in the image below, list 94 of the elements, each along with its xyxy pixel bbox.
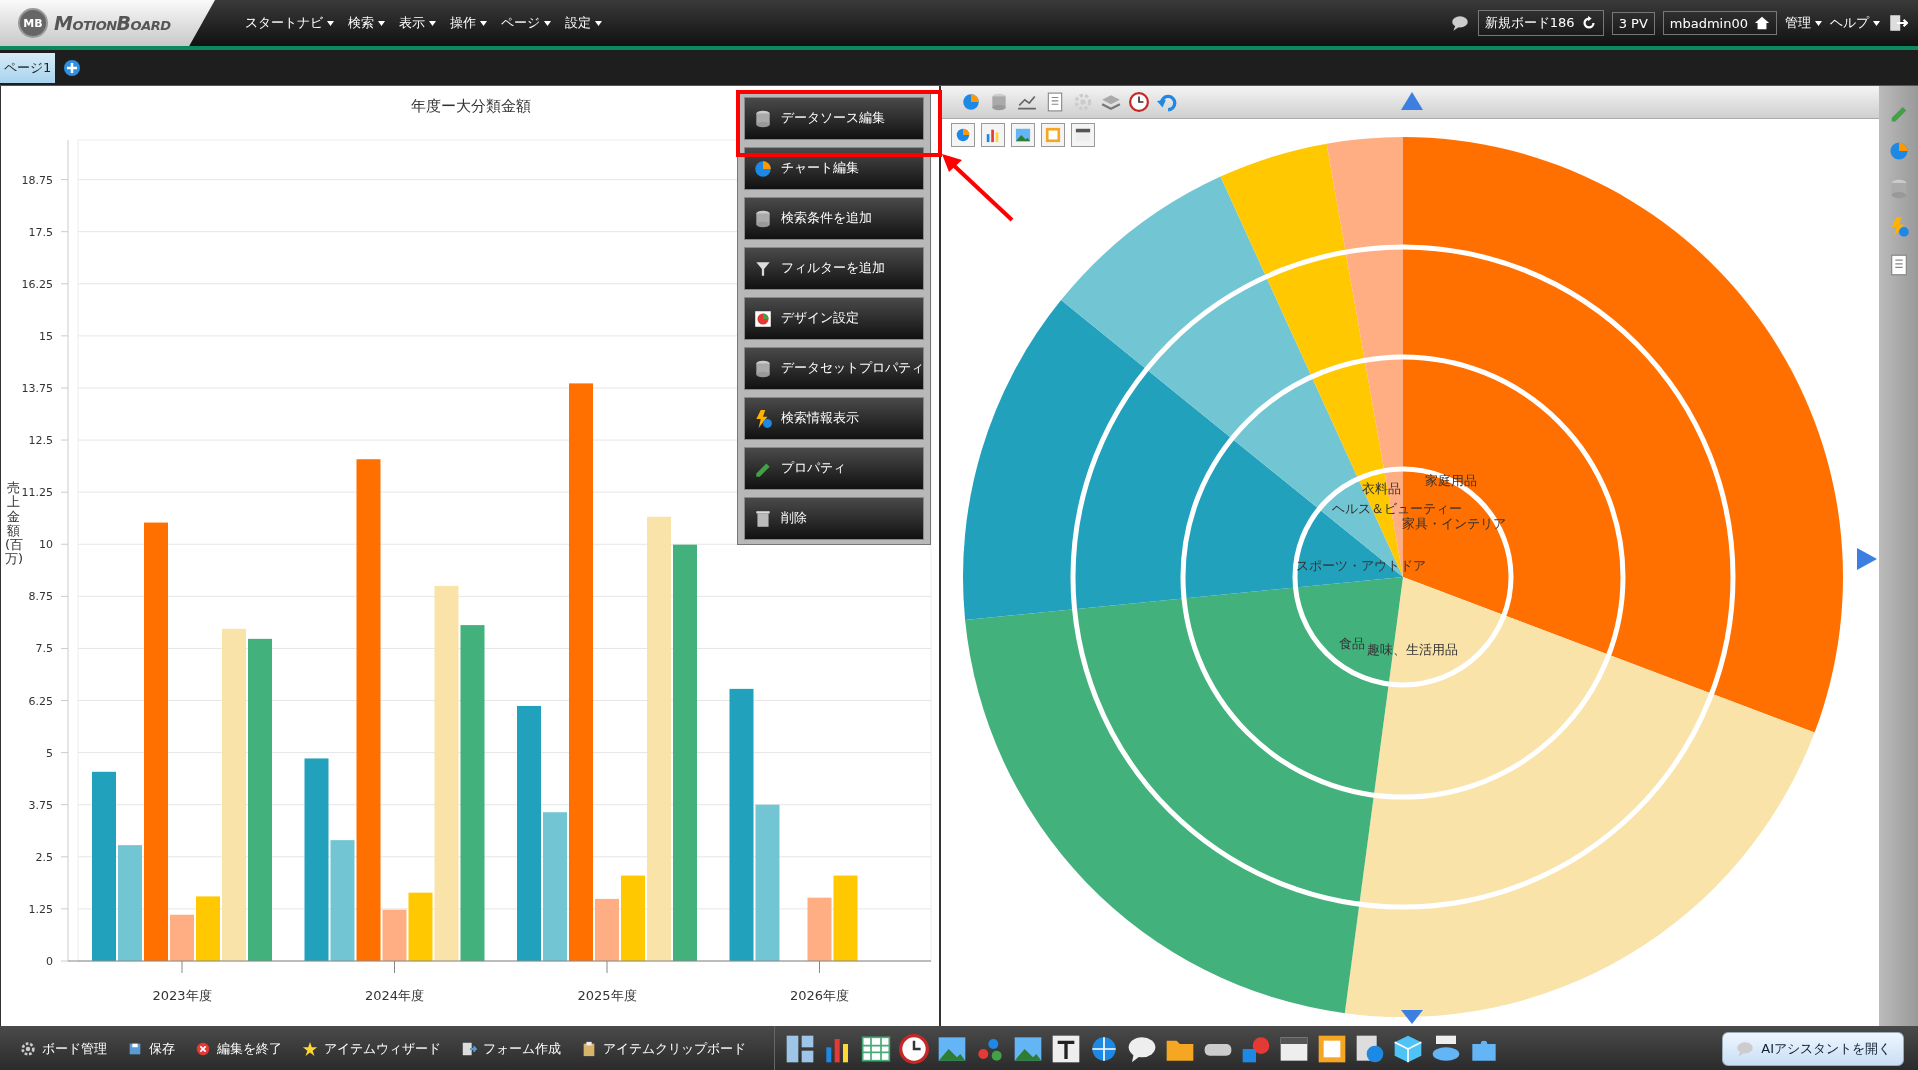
axis-tick-label: 13.75 [21, 381, 53, 395]
menu-item[interactable]: ページ [501, 14, 551, 32]
clock-icon[interactable] [1129, 92, 1149, 112]
toolbar-button[interactable]: アイテムウィザード [302, 1039, 441, 1058]
toolbar-button[interactable]: アイテムクリップボード [581, 1039, 746, 1058]
axis-tick-label: 8.75 [28, 590, 53, 604]
database-icon [753, 208, 773, 229]
panel-icon[interactable] [1317, 1033, 1347, 1064]
chat-icon[interactable] [1449, 13, 1470, 33]
chart-title: 年度ー大分類金額 [411, 97, 531, 115]
axis-tick-label: 16.25 [21, 277, 53, 291]
caret-icon [544, 20, 551, 26]
home-icon[interactable] [1754, 15, 1770, 31]
layout-icon[interactable] [785, 1033, 815, 1064]
bar [196, 896, 220, 961]
menu-item[interactable]: ヘルプ [1830, 14, 1880, 32]
user-field[interactable]: mbadmin00 [1662, 11, 1777, 35]
slice-label: 趣味、生活用品 [1366, 641, 1458, 659]
axis-category-label: 2023年度 [152, 988, 212, 1003]
toolbar-button[interactable]: 編集を終了 [195, 1039, 282, 1058]
bar [170, 914, 194, 961]
exit-icon[interactable] [1888, 13, 1908, 33]
color-wheel-icon [753, 308, 773, 329]
board-name-field[interactable]: 新規ボード186 [1477, 10, 1604, 36]
pv-counter: 3 PV [1611, 11, 1655, 35]
undo-icon[interactable] [1157, 92, 1177, 112]
form-icon [461, 1040, 477, 1057]
settings-icon [20, 1040, 36, 1057]
menu-item[interactable]: スタートナビ [245, 14, 334, 32]
up-triangle-icon[interactable] [1401, 92, 1423, 110]
text-icon[interactable] [1051, 1033, 1081, 1064]
toolbar-button[interactable]: フォーム作成 [461, 1039, 561, 1058]
menu-item[interactable]: 検索情報表示 [744, 397, 924, 440]
menu-item[interactable]: デザイン設定 [744, 297, 924, 340]
menu-item[interactable]: フィルターを追加 [744, 247, 924, 290]
axis-tick-label: 1.25 [28, 902, 53, 916]
caret-icon [1815, 20, 1822, 26]
menu-item[interactable]: 削除 [744, 497, 924, 540]
menu-item[interactable]: 検索 [348, 14, 385, 32]
assistant-button[interactable]: AIアシスタントを開く [1722, 1031, 1904, 1066]
add-page-icon[interactable] [63, 58, 82, 77]
logo-text: MotionBoard [54, 12, 171, 34]
clipboard-icon [581, 1040, 597, 1057]
axis-tick-label: 0 [46, 955, 53, 968]
axis-tick-label: 3.75 [28, 798, 53, 812]
slice-label: 食品 [1339, 635, 1365, 653]
clock-icon[interactable] [899, 1033, 929, 1064]
pie-chart-icon[interactable] [961, 92, 981, 112]
document-icon[interactable] [1045, 92, 1065, 112]
axis-tick-label: 6.25 [28, 694, 53, 708]
axis-category-label: 2026年度 [789, 988, 850, 1003]
caret-icon [480, 20, 487, 26]
menu-item[interactable]: 検索条件を追加 [744, 197, 924, 240]
toolbar-button[interactable]: ボード管理 [20, 1039, 107, 1058]
sparkle-icon [302, 1040, 318, 1057]
axis-tick-label: 12.5 [28, 434, 53, 448]
menu-item[interactable]: 表示 [399, 14, 436, 32]
logo-badge: MB [18, 8, 48, 38]
axis-tick-label: 17.5 [28, 225, 53, 239]
axis-tick-label: 18.75 [21, 173, 53, 187]
axis-title: 売上金額(百万) [5, 481, 22, 567]
menu-item[interactable]: プロパティ [744, 447, 924, 490]
caret-icon [378, 20, 385, 26]
axis-category-label: 2025年度 [577, 988, 637, 1003]
axis-tick-label: 10 [39, 538, 53, 552]
trash-icon [753, 508, 773, 529]
menu-item[interactable]: チャート編集 [744, 147, 924, 190]
right-triangle-icon[interactable] [1857, 548, 1877, 570]
menu-item[interactable]: 操作 [450, 14, 487, 32]
menu-item[interactable]: 設定 [565, 14, 602, 32]
caret-icon [327, 20, 334, 26]
bar [595, 898, 619, 961]
menu-item[interactable]: データセットプロパティ [744, 347, 924, 390]
bar [807, 897, 832, 961]
pie-chart-icon [753, 158, 773, 179]
axis-tick-label: 11.25 [21, 486, 53, 500]
slice-label: 衣料品 [1361, 480, 1401, 498]
axis-tick-label: 7.5 [35, 642, 53, 656]
caret-icon [429, 20, 436, 26]
close-icon [195, 1040, 211, 1057]
caret-icon [1873, 20, 1880, 26]
axis-category-label: 2024年度 [364, 988, 425, 1003]
menu-item[interactable]: 管理 [1785, 14, 1822, 32]
down-triangle-icon[interactable] [1401, 1010, 1423, 1024]
page-tab[interactable]: ページ1 [0, 52, 56, 83]
menu-item[interactable]: データソース編集 [744, 97, 924, 140]
cube-icon[interactable] [1393, 1033, 1423, 1064]
toolbar-button[interactable]: 保存 [127, 1039, 175, 1058]
caret-icon [595, 20, 602, 26]
database-icon [753, 358, 773, 379]
axis-tick-label: 5 [46, 746, 53, 760]
database-icon [753, 108, 773, 129]
axis-tick-label: 2.5 [35, 850, 53, 864]
axis-tick-label: 15 [39, 329, 53, 343]
